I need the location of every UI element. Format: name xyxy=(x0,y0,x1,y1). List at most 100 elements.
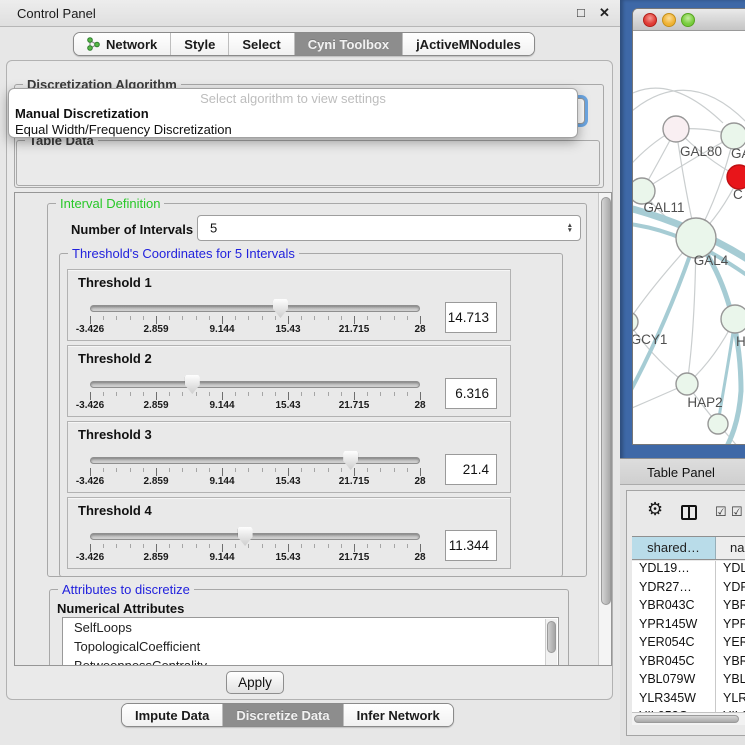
slider-scale-label: 9.144 xyxy=(194,552,250,563)
table-row[interactable]: YER054CYER05 xyxy=(632,635,745,654)
table-row[interactable]: YBL079WYBL07 xyxy=(632,672,745,691)
slider-tick xyxy=(156,316,157,324)
vertical-scrollbar[interactable] xyxy=(598,193,612,665)
network-node-green[interactable] xyxy=(676,373,698,395)
control-panel-titlebar: Control Panel □ ✕ xyxy=(0,0,620,27)
list-scrollbar[interactable] xyxy=(545,619,557,666)
table-row[interactable]: YBR043CYBR04 xyxy=(632,598,745,617)
network-node-green[interactable] xyxy=(676,218,716,258)
slider-tick xyxy=(248,468,249,472)
slider-tick xyxy=(394,316,395,320)
slider-tick xyxy=(116,468,117,472)
table-row[interactable]: YBR045CYBR04 xyxy=(632,654,745,673)
algorithm-option-manual-discretization[interactable]: Manual Discretization xyxy=(15,106,149,121)
slider-tick xyxy=(116,316,117,320)
slider-thumb[interactable] xyxy=(238,527,253,546)
slider-tick xyxy=(314,316,315,320)
network-node-green[interactable] xyxy=(708,414,728,434)
interval-definition-title: Interval Definition xyxy=(56,196,164,211)
slider-tick xyxy=(248,544,249,548)
network-edge xyxy=(633,90,745,127)
network-node-pink[interactable] xyxy=(663,116,689,142)
table-row[interactable]: YLR345WYLR34 xyxy=(632,691,745,710)
minimize-traffic-light[interactable] xyxy=(662,13,676,27)
slider-tick xyxy=(367,544,368,548)
threshold-value-field[interactable]: 21.4 xyxy=(445,454,497,485)
bottom-tab-impute-data[interactable]: Impute Data xyxy=(122,704,222,726)
slider-tick xyxy=(420,544,421,552)
slider-tick xyxy=(275,468,276,472)
checkbox-icon[interactable]: ☑ xyxy=(731,504,743,520)
bottom-tab-infer-network[interactable]: Infer Network xyxy=(343,704,453,726)
threshold-value-field[interactable]: 11.344 xyxy=(445,530,497,561)
slider-tick xyxy=(407,468,408,472)
table-row[interactable]: YDL19…YDL19 xyxy=(632,561,745,580)
slider-tick xyxy=(288,316,289,324)
slider-track[interactable] xyxy=(90,305,420,312)
cell-shared-name: YPR145W xyxy=(632,617,716,636)
slider-track[interactable] xyxy=(90,457,420,464)
slider-thumb[interactable] xyxy=(343,451,358,470)
threshold-value-field[interactable]: 14.713 xyxy=(445,302,497,333)
split-columns-icon[interactable] xyxy=(681,505,697,520)
slider-tick xyxy=(143,468,144,472)
node-label-gal80: GAL80 xyxy=(680,144,722,159)
horizontal-scrollbar-thumb[interactable] xyxy=(634,715,739,723)
slider-tick xyxy=(341,544,342,548)
tab-style[interactable]: Style xyxy=(170,33,228,55)
slider-tick xyxy=(354,468,355,476)
slider-tick xyxy=(301,544,302,548)
threshold-value-field[interactable]: 6.316 xyxy=(445,378,497,409)
network-tree-icon xyxy=(87,37,100,51)
column-header-shared-name[interactable]: shared… xyxy=(632,537,716,559)
slider-tick xyxy=(103,316,104,320)
node-label-c: C xyxy=(733,187,743,202)
top-tab-bar: NetworkStyleSelectCyni ToolboxjActiveMNo… xyxy=(73,32,535,56)
slider-tick xyxy=(288,392,289,400)
checkbox-icon[interactable]: ☑ xyxy=(715,504,727,520)
vertical-scrollbar-thumb[interactable] xyxy=(601,197,611,605)
apply-button[interactable]: Apply xyxy=(226,671,284,694)
column-header-name[interactable]: na xyxy=(716,537,745,559)
list-item-selfloops[interactable]: SelfLoops xyxy=(63,618,558,637)
zoom-traffic-light[interactable] xyxy=(681,13,695,27)
slider-tick xyxy=(103,544,104,548)
tab-cyni-toolbox[interactable]: Cyni Toolbox xyxy=(294,33,402,55)
slider-tick xyxy=(301,392,302,396)
slider-tick xyxy=(90,316,91,324)
float-window-icon[interactable]: □ xyxy=(577,5,585,20)
slider-thumb[interactable] xyxy=(185,375,200,394)
tab-network[interactable]: Network xyxy=(74,33,170,55)
bottom-tab-bar: Impute DataDiscretize DataInfer Network xyxy=(121,703,454,727)
algorithm-option-equal-width-frequency-discretization[interactable]: Equal Width/Frequency Discretization xyxy=(15,122,232,137)
number-of-intervals-combobox[interactable]: 5 ▲▼ xyxy=(197,215,581,241)
slider-scale-label: -3.426 xyxy=(62,324,118,335)
bottom-tab-discretize-data[interactable]: Discretize Data xyxy=(222,704,342,726)
tab-select[interactable]: Select xyxy=(228,33,293,55)
slider-scale-label: 28 xyxy=(392,400,448,411)
slider-track[interactable] xyxy=(90,381,420,388)
horizontal-scrollbar[interactable] xyxy=(632,712,745,725)
close-traffic-light[interactable] xyxy=(643,13,657,27)
slider-track[interactable] xyxy=(90,533,420,540)
close-icon[interactable]: ✕ xyxy=(599,5,610,21)
slider-scale-label: 2.859 xyxy=(128,324,184,335)
slider-tick xyxy=(143,392,144,396)
table-row[interactable]: YPR145WYPR14 xyxy=(632,617,745,636)
tab-jactivemnodules[interactable]: jActiveMNodules xyxy=(402,33,534,55)
table-row[interactable]: YDR27…YDR27 xyxy=(632,580,745,599)
slider-scale-label: 28 xyxy=(392,552,448,563)
network-node-green[interactable] xyxy=(721,305,745,333)
list-item-topologicalcoefficient[interactable]: TopologicalCoefficient xyxy=(63,637,558,656)
network-node-red[interactable] xyxy=(727,165,745,189)
node-label-gal11: GAL11 xyxy=(643,200,684,215)
list-scrollbar-thumb[interactable] xyxy=(547,621,556,653)
network-canvas[interactable]: GAL80GACGAL11GAL4GCY1HHAP2 xyxy=(633,31,745,445)
stepper-icon: ▲▼ xyxy=(567,223,573,233)
threshold-label: Threshold 4 xyxy=(78,503,152,518)
slider-tick xyxy=(328,468,329,472)
slider-tick xyxy=(367,468,368,472)
list-item-betweennesscentrality[interactable]: BetweennessCentrality xyxy=(63,656,558,666)
network-node-green[interactable] xyxy=(633,312,638,332)
gear-icon[interactable]: ⚙ xyxy=(647,499,663,520)
